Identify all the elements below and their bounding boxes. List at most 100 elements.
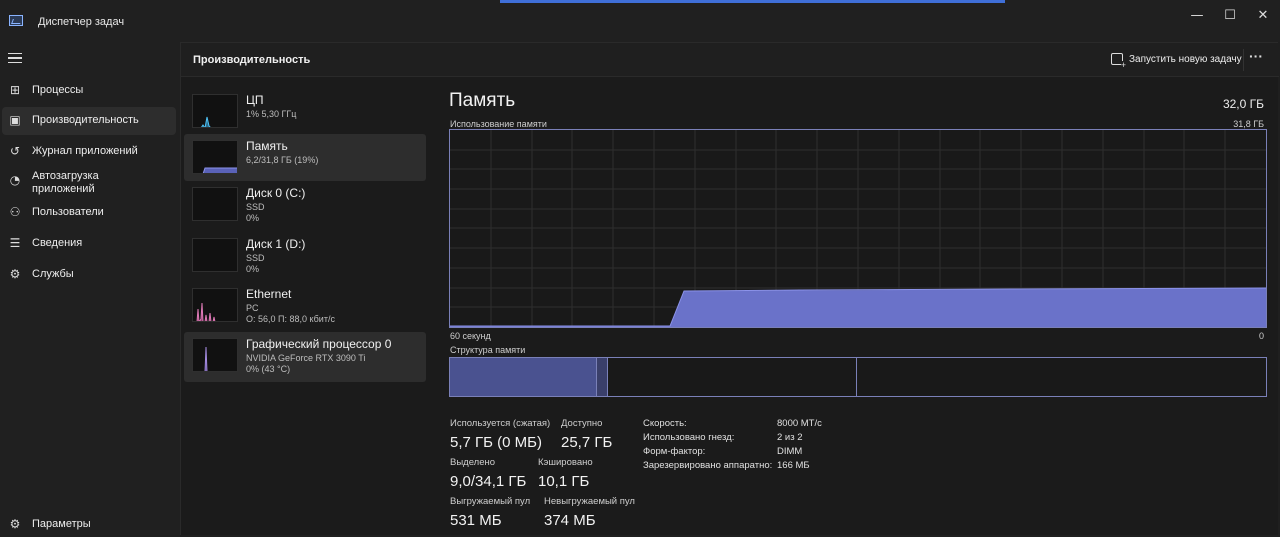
nav-item-label: Пользователи <box>32 206 104 218</box>
spec-slots-value: 2 из 2 <box>777 432 803 443</box>
stat-value: 374 МБ <box>544 512 596 529</box>
device-name: Диск 1 (D:) <box>246 237 306 251</box>
spec-reserved-label: Зарезервировано аппаратно: <box>643 460 773 471</box>
nav-item-users[interactable]: ⚇ Пользователи <box>2 199 176 227</box>
device-item-memory[interactable]: Память 6,2/31,8 ГБ (19%) <box>184 134 426 181</box>
stat-label: Кэшировано <box>538 457 593 468</box>
nav-item-details[interactable]: ☰ Сведения <box>2 230 176 258</box>
processes-icon: ⊞ <box>9 83 21 97</box>
structure-standby-segment <box>608 358 857 396</box>
stat-label: Невыгружаемый пул <box>544 496 635 507</box>
device-item-disk-1[interactable]: Диск 1 (D:) SSD 0% <box>184 232 426 279</box>
spec-speed-label: Скорость: <box>643 418 687 429</box>
close-button[interactable]: ✕ <box>1248 6 1278 26</box>
device-detail: 6,2/31,8 ГБ (19%) <box>246 155 319 165</box>
spec-form-factor-value: DIMM <box>777 446 803 457</box>
nav-item-label: Журнал приложений <box>32 145 138 157</box>
stat-committed: Выделено 9,0/34,1 ГБ <box>450 457 526 490</box>
more-options-button[interactable]: ··· <box>1245 47 1267 69</box>
cpu-thumbnail-graph <box>192 94 238 128</box>
device-name: ЦП <box>246 93 264 107</box>
page-title: Производительность <box>193 54 311 66</box>
stat-in-use: Используется (сжатая) 5,7 ГБ (0 МБ) <box>450 418 550 451</box>
nav-item-app-history[interactable]: ↺ Журнал приложений <box>2 138 176 166</box>
device-name: Память <box>246 139 288 153</box>
device-item-cpu[interactable]: ЦП 1% 5,30 ГГц <box>184 88 426 135</box>
spec-speed-value: 8000 МТ/с <box>777 418 822 429</box>
device-item-disk-0[interactable]: Диск 0 (C:) SSD 0% <box>184 181 426 228</box>
structure-modified-segment <box>597 358 608 396</box>
title-bar: Диспетчер задач — ☐ ✕ <box>0 0 1280 42</box>
device-usage: 0% (43 °C) <box>246 364 291 374</box>
device-type: SSD <box>246 253 265 263</box>
device-name: Ethernet <box>246 287 292 301</box>
window-title: Диспетчер задач <box>38 16 125 28</box>
gpu-0-thumbnail-graph <box>192 338 238 372</box>
stat-value: 10,1 ГБ <box>538 473 590 490</box>
nav-item-processes[interactable]: ⊞ Процессы <box>2 77 176 105</box>
navigation-pane: ⊞ Процессы ▣ Производительность ↺ Журнал… <box>0 42 180 537</box>
nav-item-label: Сведения <box>32 237 83 249</box>
memory-structure-bar <box>449 357 1267 397</box>
spec-form-factor-label: Форм-фактор: <box>643 446 706 457</box>
nav-item-label: Процессы <box>32 84 84 96</box>
detail-title: Память <box>449 90 516 111</box>
stat-value: 25,7 ГБ <box>561 434 613 451</box>
usage-graph-max: 31,8 ГБ <box>1233 119 1264 129</box>
nav-item-services[interactable]: ⚙ Службы <box>2 261 176 289</box>
performance-icon: ▣ <box>9 113 21 127</box>
memory-structure-label: Структура памяти <box>450 345 526 355</box>
device-name: Графический процессор 0 <box>246 337 392 351</box>
users-icon: ⚇ <box>9 205 21 219</box>
device-item-ethernet[interactable]: Ethernet PC О: 56,0 П: 88,0 кбит/с <box>184 282 426 329</box>
device-model: NVIDIA GeForce RTX 3090 Ti <box>246 353 366 363</box>
ethernet-thumbnail-graph <box>192 288 238 322</box>
stat-label: Выделено <box>450 457 496 468</box>
device-detail: 1% 5,30 ГГц <box>246 109 297 119</box>
device-usage: 0% <box>246 213 260 223</box>
spec-reserved-value: 166 МБ <box>777 460 810 471</box>
stat-paged-pool: Выгружаемый пул 531 МБ <box>450 496 530 529</box>
nav-item-settings[interactable]: ⚙ Параметры <box>2 511 176 537</box>
stat-nonpaged-pool: Невыгружаемый пул 374 МБ <box>544 496 635 529</box>
nav-item-performance[interactable]: ▣ Производительность <box>2 107 176 135</box>
memory-total: 32,0 ГБ <box>1222 97 1264 111</box>
history-icon: ↺ <box>9 144 21 158</box>
new-task-icon <box>1111 53 1126 70</box>
run-new-task-label: Запустить новую задачу <box>1129 54 1242 65</box>
stat-value: 531 МБ <box>450 512 502 529</box>
page-header: Производительность Запустить новую задач… <box>181 43 1279 77</box>
nav-item-label: Производительность <box>32 114 139 126</box>
device-usage: 0% <box>246 264 260 274</box>
device-item-gpu-0[interactable]: Графический процессор 0 NVIDIA GeForce R… <box>184 332 426 382</box>
minimize-button[interactable]: — <box>1182 6 1212 26</box>
memory-usage-graph <box>449 129 1267 328</box>
services-icon: ⚙ <box>9 267 21 281</box>
device-throughput: О: 56,0 П: 88,0 кбит/с <box>246 314 335 324</box>
memory-thumbnail-graph <box>192 140 238 174</box>
stat-cached: Кэшировано 10,1 ГБ <box>538 457 593 490</box>
task-manager-app-icon <box>9 15 23 26</box>
details-icon: ☰ <box>9 236 21 250</box>
maximize-button[interactable]: ☐ <box>1215 6 1245 26</box>
nav-item-label: Службы <box>32 268 74 280</box>
stat-value: 5,7 ГБ (0 МБ) <box>450 434 542 451</box>
stat-available: Доступно 25,7 ГБ <box>561 418 612 451</box>
nav-item-label: Автозагрузка приложений <box>32 170 99 195</box>
nav-item-label: Параметры <box>32 518 91 530</box>
structure-in-use-segment <box>450 358 597 396</box>
graph-axis-right: 0 <box>1258 331 1264 341</box>
disk-0-thumbnail-graph <box>192 187 238 221</box>
usage-graph-label: Использование памяти <box>450 119 547 129</box>
nav-item-startup-apps[interactable]: ◔ Автозагрузка приложений <box>2 167 176 201</box>
device-adapter: PC <box>246 303 259 313</box>
device-type: SSD <box>246 202 265 212</box>
spec-slots-label: Использовано гнезд: <box>643 432 735 443</box>
stat-label: Используется (сжатая) <box>450 418 551 429</box>
content-area: Производительность Запустить новую задач… <box>180 42 1279 535</box>
graph-axis-left: 60 секунд <box>450 331 491 341</box>
stat-label: Выгружаемый пул <box>450 496 531 507</box>
stat-label: Доступно <box>561 418 603 429</box>
hamburger-menu-icon[interactable] <box>8 53 22 63</box>
header-divider <box>1243 49 1244 71</box>
